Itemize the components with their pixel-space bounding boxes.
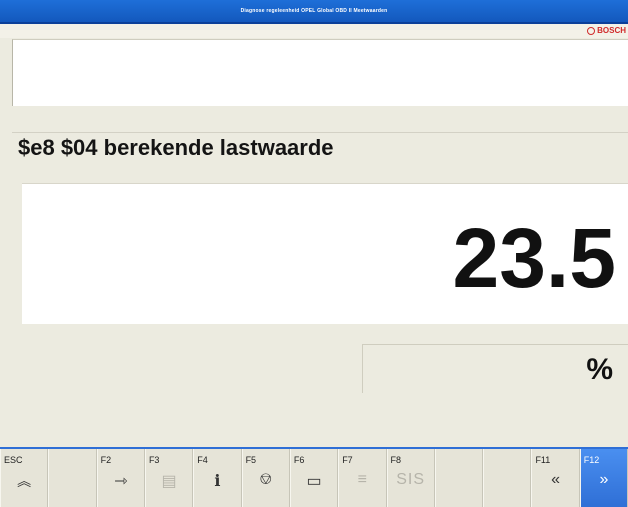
- esc-key[interactable]: ESC ︽: [0, 449, 49, 507]
- f12-key[interactable]: F12 »: [579, 449, 628, 507]
- parameter-label: $e8 $04 berekende lastwaarde: [18, 135, 334, 160]
- fkey-label: F4: [197, 455, 208, 465]
- unit-label: %: [586, 353, 613, 386]
- vehicle-icon: ⎊: [259, 471, 273, 488]
- bosch-logo-icon: [587, 26, 596, 35]
- fkey-empty: [483, 449, 532, 507]
- fkey-label: F5: [245, 455, 257, 465]
- f4-key[interactable]: F4 i: [193, 449, 242, 507]
- fkey-label: F7: [342, 455, 353, 465]
- brand-row: BOSCH: [0, 24, 628, 38]
- sis-icon: SIS: [396, 471, 426, 488]
- fkey-empty: [48, 449, 97, 507]
- list-icon: ≡: [357, 471, 368, 488]
- info-icon: i: [214, 471, 221, 490]
- info-panel: [12, 39, 628, 106]
- fkey-label: F3: [148, 455, 160, 465]
- f8-key[interactable]: F8 SIS: [386, 449, 435, 507]
- fkey-label: ESC: [4, 455, 23, 465]
- page-forward-icon: »: [599, 471, 609, 488]
- window-title: Diagnose regeleenheid OPEL Global OBD II…: [240, 8, 388, 14]
- enter-arrow-icon: ⇾: [114, 473, 128, 490]
- f7-key[interactable]: F7 ≡: [338, 449, 387, 507]
- bosch-logo-text: BOSCH: [597, 26, 626, 35]
- f3-key[interactable]: F3 ▤: [144, 449, 194, 507]
- f6-key[interactable]: F6 ▭: [289, 449, 339, 507]
- fkey-label: F11: [535, 455, 551, 465]
- fkey-label: F8: [390, 455, 402, 465]
- unit-box: %: [362, 344, 628, 393]
- up-double-chevron-icon: ︽: [17, 473, 32, 489]
- window-icon: ▭: [306, 473, 322, 490]
- value-panel: 23.5: [22, 183, 628, 324]
- divider: [12, 132, 628, 133]
- bosch-logo: BOSCH: [587, 25, 626, 37]
- fkey-label: F2: [100, 455, 112, 465]
- f11-key[interactable]: F11 «: [531, 449, 580, 507]
- page-back-icon: «: [551, 471, 561, 488]
- f5-key[interactable]: F5 ⎊: [241, 449, 290, 507]
- fkey-empty: [434, 449, 484, 507]
- fkey-label: F6: [293, 455, 305, 465]
- f2-key[interactable]: F2 ⇾: [96, 449, 145, 507]
- title-bar: Diagnose regeleenheid OPEL Global OBD II…: [0, 0, 628, 24]
- print-icon: ▤: [161, 473, 177, 490]
- measured-value: 23.5: [452, 211, 617, 305]
- fkey-label: F12: [583, 455, 600, 465]
- function-key-bar: ESC ︽ F2 ⇾ F3 ▤ F4 i F5 ⎊ F6 ▭ F7 ≡ F8 S…: [0, 449, 628, 507]
